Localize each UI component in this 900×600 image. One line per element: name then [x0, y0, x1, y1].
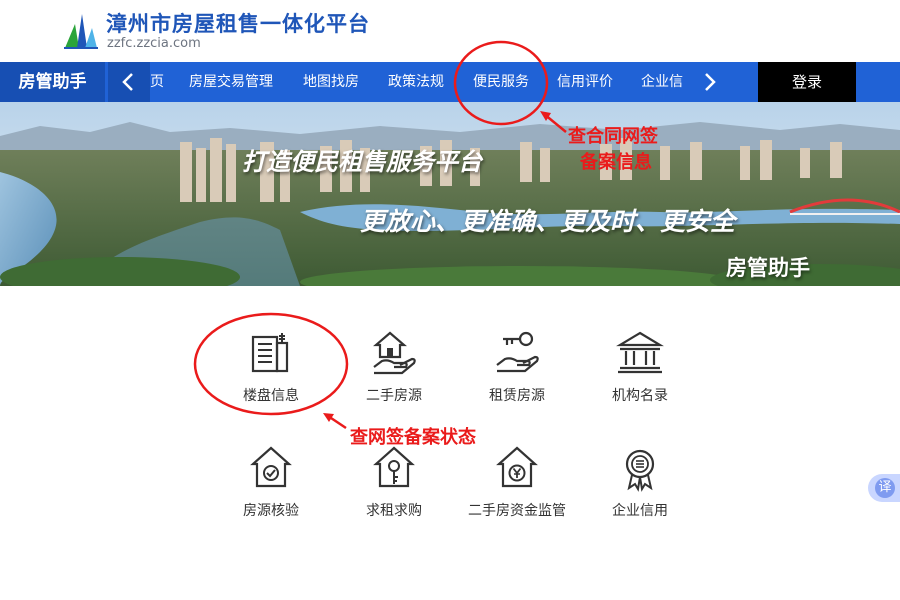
- nav-brand[interactable]: 房管助手: [0, 62, 105, 102]
- hero-banner[interactable]: 打造便民租售服务平台 更放心、更准确、更及时、更安全 房管助手: [0, 102, 900, 286]
- banner-badge: 房管助手: [726, 256, 810, 280]
- service-rent-buy-request[interactable]: 求租求购: [334, 444, 454, 544]
- translate-icon: 译: [875, 478, 895, 498]
- service-label: 求租求购: [366, 503, 422, 519]
- site-header: 漳州市房屋租售一体化平台 zzfc.zzcia.com: [0, 0, 900, 62]
- banner-slogan-primary: 打造便民租售服务平台: [242, 148, 482, 176]
- credit-badge-icon: [625, 449, 655, 492]
- service-listing-verification[interactable]: 房源核验: [211, 444, 331, 544]
- banner-slogan-secondary: 更放心、更准确、更及时、更安全: [360, 207, 736, 236]
- house-yen-icon: [496, 446, 538, 488]
- service-label: 租赁房源: [489, 388, 545, 404]
- nav-item-house-trading[interactable]: 房屋交易管理: [189, 62, 273, 102]
- annotation-online-signing-status: 查网签备案状态: [350, 427, 476, 448]
- nav-prev-button[interactable]: [108, 62, 150, 102]
- nav-item-enterprise-credit[interactable]: 企业信: [641, 62, 683, 102]
- nav-item-policy[interactable]: 政策法规: [388, 62, 444, 102]
- site-domain: zzfc.zzcia.com: [107, 36, 201, 51]
- service-label: 机构名录: [612, 388, 668, 404]
- nav-items: 页 房屋交易管理 地图找房 政策法规 便民服务 信用评价 企业信: [150, 62, 688, 102]
- service-property-info[interactable]: 楼盘信息: [211, 329, 331, 429]
- service-agency-directory[interactable]: 机构名录: [580, 329, 700, 429]
- institution-icon: [616, 331, 664, 374]
- service-label: 房源核验: [243, 503, 299, 519]
- service-label: 企业信用: [612, 503, 668, 519]
- site-logo-icon[interactable]: [62, 12, 100, 50]
- translate-button[interactable]: 译: [868, 474, 900, 502]
- service-second-hand-house[interactable]: 二手房源: [334, 329, 454, 429]
- service-label: 二手房资金监管: [468, 503, 566, 519]
- nav-item-public-service[interactable]: 便民服务: [473, 62, 529, 102]
- nav-next-button[interactable]: [688, 62, 730, 102]
- nav-item-credit-rating[interactable]: 信用评价: [557, 62, 613, 102]
- service-enterprise-credit[interactable]: 企业信用: [580, 444, 700, 544]
- hand-house-icon: [373, 331, 416, 375]
- house-check-icon: [250, 446, 292, 488]
- main-nav: 房管助手 页 房屋交易管理 地图找房 政策法规 便民服务 信用评价 企业信 登录: [0, 62, 900, 102]
- service-label: 二手房源: [366, 388, 422, 404]
- hand-key-icon: [496, 331, 539, 373]
- nav-item-map-search[interactable]: 地图找房: [303, 62, 359, 102]
- service-label: 楼盘信息: [243, 388, 299, 404]
- house-key-icon: [373, 446, 415, 488]
- login-button[interactable]: 登录: [758, 62, 856, 102]
- chevron-right-icon: [705, 73, 716, 91]
- chevron-left-icon: [122, 73, 133, 91]
- service-rental-house[interactable]: 租赁房源: [457, 329, 577, 429]
- site-title[interactable]: 漳州市房屋租售一体化平台: [106, 8, 370, 38]
- annotation-contract-filing-line2: 备案信息: [580, 152, 652, 173]
- nav-item-home[interactable]: 页: [150, 62, 164, 102]
- building-list-icon: [251, 333, 289, 373]
- annotation-contract-filing-line1: 查合同网签: [568, 126, 658, 147]
- service-fund-supervision[interactable]: 二手房资金监管: [457, 444, 577, 544]
